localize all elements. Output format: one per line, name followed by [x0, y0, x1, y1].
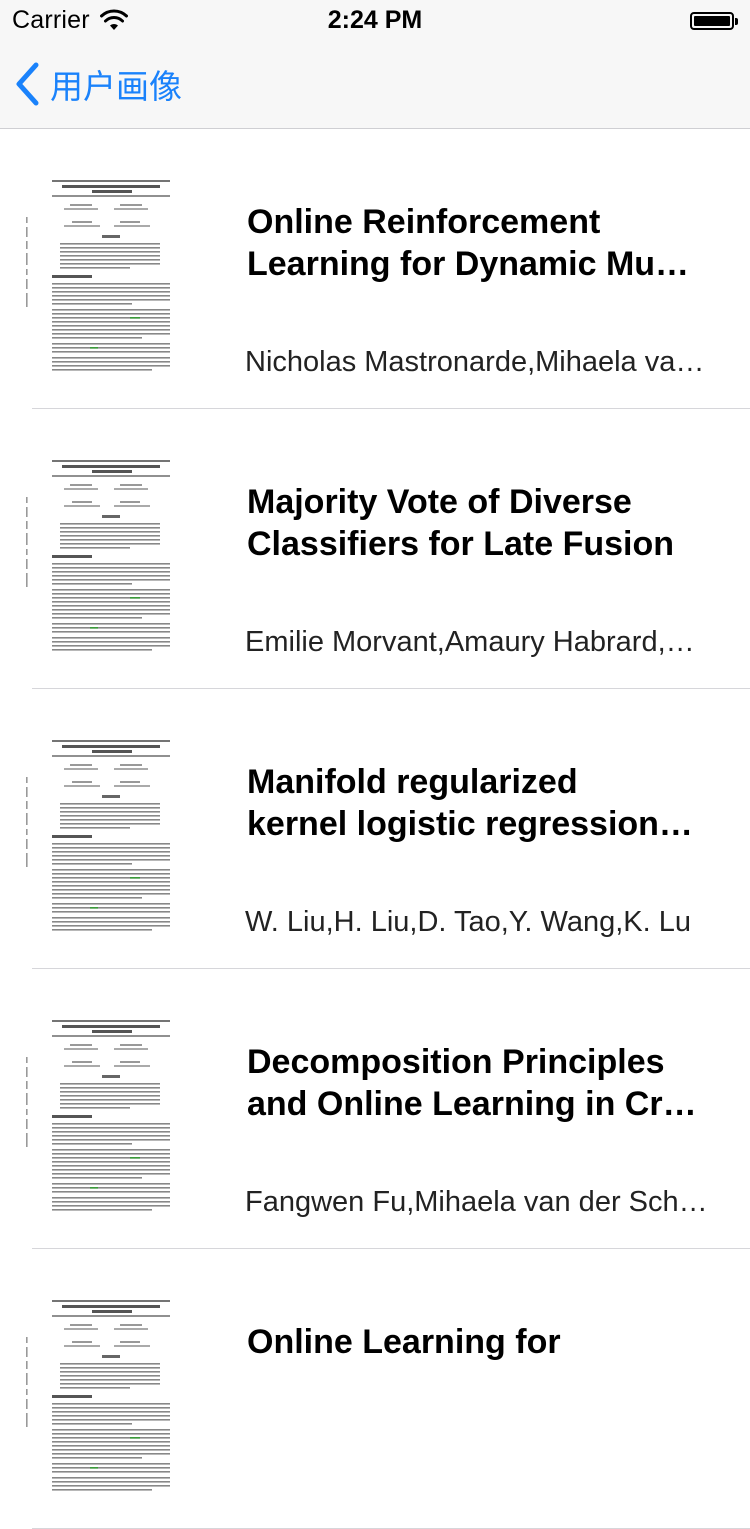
back-button-label: 用户画像 — [50, 67, 182, 106]
paper-row[interactable]: Manifold regularized kernel logistic reg… — [0, 689, 750, 969]
paper-thumbnail — [20, 177, 172, 377]
paper-thumbnail — [20, 737, 172, 937]
status-bar: Carrier 2:24 PM — [0, 0, 750, 40]
battery-icon — [690, 12, 738, 30]
paper-authors: Nicholas Mastronarde,Mihaela va… — [245, 346, 705, 378]
paper-title: Online Learning for — [247, 1321, 717, 1363]
paper-title-line2: Learning for Dynamic Mu… — [247, 245, 690, 283]
navigation-bar: 用户画像 — [0, 40, 750, 129]
paper-row[interactable]: Majority Vote of Diverse Classifiers for… — [0, 409, 750, 689]
paper-title: Manifold regularized kernel logistic reg… — [247, 761, 717, 845]
paper-authors: W. Liu,H. Liu,D. Tao,Y. Wang,K. Lu — [245, 906, 691, 938]
paper-title-line1: Online Reinforcement — [247, 203, 601, 241]
paper-row[interactable]: Decomposition Principles and Online Lear… — [0, 969, 750, 1249]
paper-thumbnail — [20, 1297, 172, 1497]
back-button[interactable]: 用户画像 — [14, 60, 182, 108]
paper-title: Online Reinforcement Learning for Dynami… — [247, 201, 717, 285]
paper-authors: Fangwen Fu,Mihaela van der Sch… — [245, 1186, 708, 1218]
paper-thumbnail — [20, 1017, 172, 1217]
paper-title-line1: Online Learning for — [247, 1323, 561, 1361]
paper-title: Decomposition Principles and Online Lear… — [247, 1041, 717, 1125]
paper-authors: Emilie Morvant,Amaury Habrard,… — [245, 626, 695, 658]
paper-row[interactable]: Online Reinforcement Learning for Dynami… — [0, 129, 750, 409]
paper-thumbnail — [20, 457, 172, 657]
paper-title: Majority Vote of Diverse Classifiers for… — [247, 481, 717, 565]
paper-title-line1: Decomposition Principles — [247, 1043, 665, 1081]
paper-title-line2: and Online Learning in Cr… — [247, 1085, 697, 1123]
paper-title-line1: Majority Vote of Diverse — [247, 483, 632, 521]
paper-row[interactable]: Online Learning for — [0, 1249, 750, 1529]
paper-title-line2: Classifiers for Late Fusion — [247, 525, 674, 563]
paper-list: Online Reinforcement Learning for Dynami… — [0, 129, 750, 1529]
paper-title-line1: Manifold regularized — [247, 763, 578, 801]
chevron-left-icon — [14, 62, 40, 106]
clock: 2:24 PM — [327, 6, 423, 34]
paper-title-line2: kernel logistic regression… — [247, 805, 693, 843]
